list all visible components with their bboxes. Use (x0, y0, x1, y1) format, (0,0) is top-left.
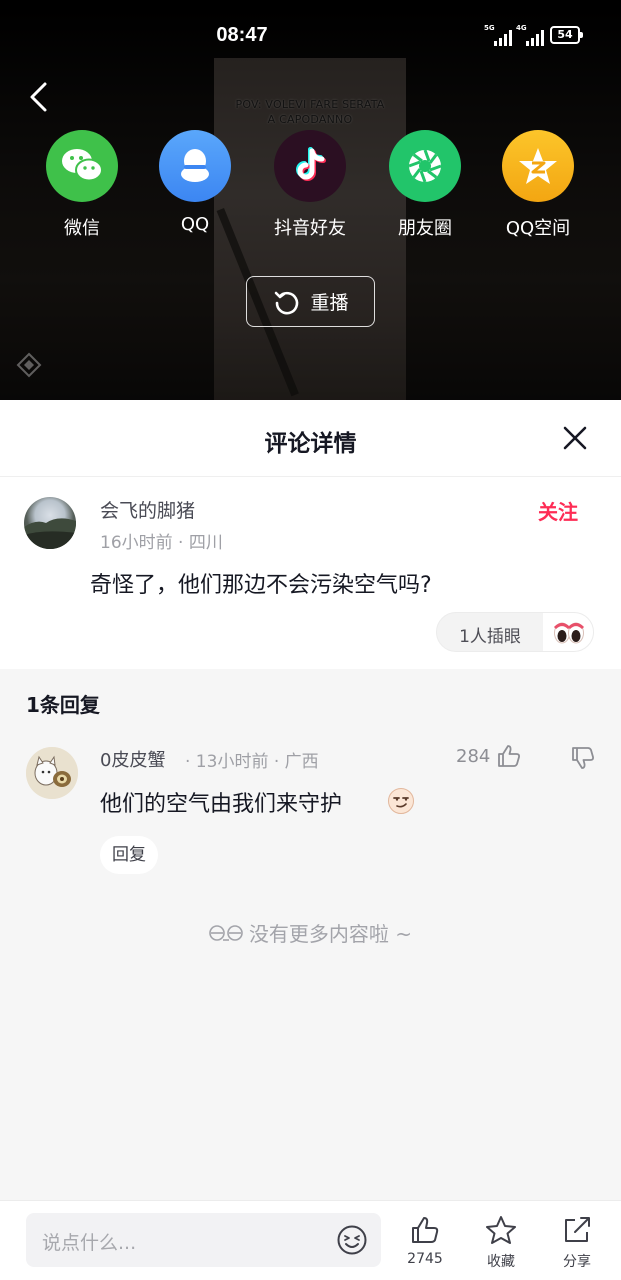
replies-count-title: 1条回复 (26, 693, 100, 717)
emoji-picker-icon[interactable] (336, 1224, 368, 1256)
main-comment: 会飞的脚猪 16小时前 · 四川 关注 奇怪了，他们那边不会污染空气吗? 1人插… (0, 477, 621, 669)
like-count: 2745 (407, 1251, 443, 1267)
comment-input-placeholder: 说点什么... (42, 1232, 137, 1254)
smirk-emoji-icon (388, 788, 414, 814)
bottom-action-bar: 说点什么... 2745 收藏 分享 (0, 1200, 621, 1280)
share-douyin-friend-button[interactable]: 抖音好友 (255, 130, 365, 240)
thumbs-up-icon[interactable] (496, 743, 522, 769)
replay-label: 重播 (310, 292, 349, 314)
reaction-label: 1人插眼 (459, 627, 521, 647)
status-bar: 08:47 5G 4G 54 (0, 0, 621, 58)
favorite-label: 收藏 (487, 1254, 515, 1270)
back-arrow-icon[interactable] (22, 80, 56, 114)
share-wechat-label: 微信 (64, 218, 100, 239)
avatar[interactable] (26, 747, 78, 799)
share-moments-label: 朋友圈 (398, 218, 452, 239)
sheet-title: 评论详情 (264, 431, 357, 457)
qzone-icon (502, 130, 574, 202)
comment-meta: 16小时前 · 四川 (100, 533, 223, 553)
comment-input[interactable]: 说点什么... (26, 1213, 381, 1267)
comment-username[interactable]: 会飞的脚猪 (100, 496, 195, 523)
reply-text: 他们的空气由我们来守护 (100, 792, 343, 817)
favorite-button[interactable]: 收藏 (476, 1215, 526, 1271)
reply-meta: · 13小时前 · 广西 (185, 752, 319, 772)
signal-5g-icon: 5G (484, 24, 512, 46)
share-label: 分享 (563, 1254, 591, 1270)
share-moments-button[interactable]: 朋友圈 (370, 130, 480, 240)
replay-button[interactable]: 重播 (246, 276, 375, 327)
no-more-label: 没有更多内容啦 ~ (248, 922, 413, 946)
share-qq-button[interactable]: QQ (140, 130, 250, 235)
share-button[interactable]: 分享 (552, 1215, 602, 1271)
close-icon[interactable] (561, 424, 589, 452)
avatar[interactable] (24, 497, 76, 549)
sleepy-face-icon (209, 924, 243, 941)
thumbs-down-icon[interactable] (570, 745, 596, 771)
reply-like-count: 284 (456, 746, 491, 767)
eyes-emoji-icon (543, 613, 593, 651)
qq-icon (159, 130, 231, 202)
battery-icon: 54 (550, 26, 583, 44)
share-douyin-friend-label: 抖音好友 (274, 218, 346, 239)
comment-text: 奇怪了，他们那边不会污染空气吗? (90, 573, 432, 598)
reply-username[interactable]: 0皮皮蟹 (100, 746, 165, 772)
moments-icon (389, 130, 461, 202)
signal-4g-icon: 4G (516, 24, 544, 46)
star-icon (486, 1216, 516, 1244)
share-qq-label: QQ (180, 214, 210, 235)
reply-button[interactable]: 回复 (100, 836, 158, 874)
comment-sheet-header: 评论详情 (0, 400, 621, 477)
replay-icon (275, 291, 299, 314)
reaction-pill[interactable]: 1人插眼 (436, 612, 594, 652)
thumbs-up-icon (412, 1217, 439, 1243)
share-qzone-button[interactable]: QQ空间 (483, 130, 593, 240)
share-wechat-button[interactable]: 微信 (27, 130, 137, 240)
watermark-logo-icon (16, 352, 42, 378)
share-qzone-label: QQ空间 (505, 218, 571, 239)
status-time: 08:47 (216, 24, 268, 46)
douyin-icon (274, 130, 346, 202)
like-button[interactable]: 2745 (400, 1215, 450, 1267)
share-panel: 微信 QQ 抖音好友 朋友圈 QQ空间 (0, 130, 621, 250)
follow-button[interactable]: 关注 (538, 496, 578, 525)
wechat-icon (46, 130, 118, 202)
share-icon (565, 1217, 590, 1242)
no-more-content: 没有更多内容啦 ~ (0, 918, 621, 947)
